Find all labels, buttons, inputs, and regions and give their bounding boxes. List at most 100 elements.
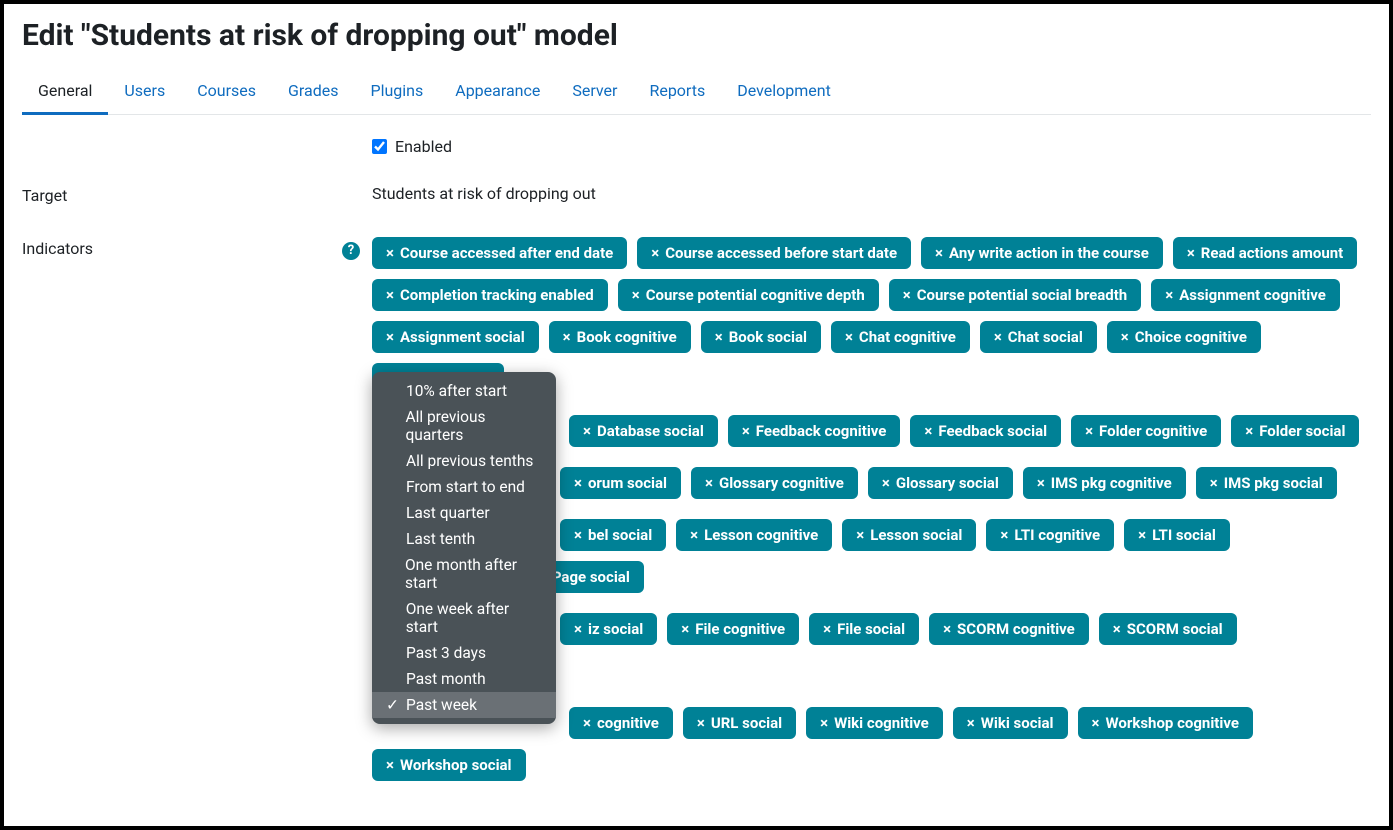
indicator-tag[interactable]: ×Workshop cognitive [1078, 707, 1253, 739]
close-icon[interactable]: × [1187, 244, 1195, 262]
interval-option[interactable]: Past 3 days [372, 640, 556, 666]
close-icon[interactable]: × [924, 422, 932, 440]
interval-option[interactable]: One month after start [372, 552, 556, 596]
analysis-interval-dropdown[interactable]: 10% after startAll previous quartersAll … [372, 372, 556, 724]
tab-development[interactable]: Development [721, 73, 847, 114]
interval-option[interactable]: Last quarter [372, 500, 556, 526]
indicator-tag[interactable]: ×Chat social [980, 321, 1097, 353]
indicator-tag[interactable]: ×Course potential social breadth [889, 279, 1141, 311]
indicator-tag[interactable]: ×File cognitive [667, 613, 799, 645]
close-icon[interactable]: × [994, 328, 1002, 346]
indicator-tag[interactable]: ×Glossary social [868, 467, 1013, 499]
close-icon[interactable]: × [697, 714, 705, 732]
close-icon[interactable]: × [386, 286, 394, 304]
tab-reports[interactable]: Reports [633, 73, 721, 114]
close-icon[interactable]: × [583, 422, 591, 440]
tab-users[interactable]: Users [108, 73, 181, 114]
indicator-tag[interactable]: ×Glossary cognitive [691, 467, 858, 499]
indicator-tag[interactable]: ×bel social [560, 519, 666, 551]
indicator-tag[interactable]: ×Chat cognitive [831, 321, 970, 353]
tab-appearance[interactable]: Appearance [439, 73, 556, 114]
indicator-tag[interactable]: ×Choice cognitive [1107, 321, 1261, 353]
close-icon[interactable]: × [386, 328, 394, 346]
indicator-tag[interactable]: ×Lesson cognitive [676, 519, 832, 551]
indicator-tag[interactable]: ×Wiki cognitive [806, 707, 943, 739]
indicator-tag[interactable]: ×Any write action in the course [921, 237, 1163, 269]
tab-server[interactable]: Server [556, 73, 633, 114]
close-icon[interactable]: × [386, 756, 394, 774]
close-icon[interactable]: × [820, 714, 828, 732]
close-icon[interactable]: × [583, 714, 591, 732]
interval-option[interactable]: One week after start [372, 596, 556, 640]
close-icon[interactable]: × [1138, 526, 1146, 544]
indicator-tag[interactable]: ×Workshop social [372, 749, 526, 781]
indicator-tag[interactable]: ×LTI cognitive [986, 519, 1114, 551]
close-icon[interactable]: × [1113, 620, 1121, 638]
close-icon[interactable]: × [967, 714, 975, 732]
indicator-tag[interactable]: ×SCORM social [1099, 613, 1237, 645]
interval-option[interactable]: 10% after start [372, 378, 556, 404]
close-icon[interactable]: × [651, 244, 659, 262]
indicator-tag[interactable]: ×SCORM cognitive [929, 613, 1089, 645]
tab-plugins[interactable]: Plugins [354, 73, 439, 114]
close-icon[interactable]: × [690, 526, 698, 544]
close-icon[interactable]: × [882, 474, 890, 492]
close-icon[interactable]: × [943, 620, 951, 638]
close-icon[interactable]: × [681, 620, 689, 638]
enabled-checkbox[interactable] [372, 139, 387, 154]
close-icon[interactable]: × [1121, 328, 1129, 346]
close-icon[interactable]: × [1037, 474, 1045, 492]
indicator-tag[interactable]: ×IMS pkg cognitive [1023, 467, 1186, 499]
interval-option[interactable]: ✓Past week [372, 692, 556, 718]
close-icon[interactable]: × [715, 328, 723, 346]
close-icon[interactable]: × [632, 286, 640, 304]
help-icon[interactable]: ? [342, 242, 360, 260]
close-icon[interactable]: × [1210, 474, 1218, 492]
close-icon[interactable]: × [574, 620, 582, 638]
close-icon[interactable]: × [1085, 422, 1093, 440]
indicator-tag[interactable]: ×Completion tracking enabled [372, 279, 608, 311]
close-icon[interactable]: × [1000, 526, 1008, 544]
indicator-tag[interactable]: ×Course accessed after end date [372, 237, 627, 269]
close-icon[interactable]: × [1092, 714, 1100, 732]
indicator-tag[interactable]: ×Assignment social [372, 321, 539, 353]
indicator-tag[interactable]: ×URL social [683, 707, 796, 739]
indicator-tag[interactable]: ×Folder social [1231, 415, 1359, 447]
close-icon[interactable]: × [574, 526, 582, 544]
indicator-tag[interactable]: ×cognitive [569, 707, 673, 739]
indicator-tag[interactable]: ×Read actions amount [1173, 237, 1357, 269]
indicator-tag[interactable]: ×iz social [560, 613, 657, 645]
tab-grades[interactable]: Grades [272, 73, 354, 114]
indicator-tag[interactable]: ×Course potential cognitive depth [618, 279, 879, 311]
indicator-tag[interactable]: ×LTI social [1124, 519, 1230, 551]
indicator-tag[interactable]: ×orum social [560, 467, 681, 499]
indicator-tag[interactable]: ×File social [809, 613, 919, 645]
close-icon[interactable]: × [935, 244, 943, 262]
enabled-checkbox-label[interactable]: Enabled [372, 137, 1371, 156]
indicator-tag[interactable]: ×Feedback social [910, 415, 1061, 447]
interval-option[interactable]: All previous quarters [372, 404, 556, 448]
close-icon[interactable]: × [1165, 286, 1173, 304]
indicator-tag[interactable]: ×Database social [569, 415, 718, 447]
indicator-tag[interactable]: ×IMS pkg social [1196, 467, 1337, 499]
tab-courses[interactable]: Courses [181, 73, 272, 114]
close-icon[interactable]: × [563, 328, 571, 346]
indicator-tag[interactable]: ×Book social [701, 321, 821, 353]
interval-option[interactable]: Last tenth [372, 526, 556, 552]
close-icon[interactable]: × [386, 244, 394, 262]
indicator-tag[interactable]: ×Folder cognitive [1071, 415, 1221, 447]
close-icon[interactable]: × [856, 526, 864, 544]
indicator-tag[interactable]: ×Course accessed before start date [637, 237, 911, 269]
indicator-tag[interactable]: ×Assignment cognitive [1151, 279, 1340, 311]
close-icon[interactable]: × [742, 422, 750, 440]
close-icon[interactable]: × [845, 328, 853, 346]
interval-option[interactable]: All previous tenths [372, 448, 556, 474]
close-icon[interactable]: × [1245, 422, 1253, 440]
indicator-tag[interactable]: ×Wiki social [953, 707, 1068, 739]
interval-option[interactable]: Past month [372, 666, 556, 692]
interval-option[interactable]: From start to end [372, 474, 556, 500]
close-icon[interactable]: × [574, 474, 582, 492]
indicator-tag[interactable]: ×Lesson social [842, 519, 976, 551]
close-icon[interactable]: × [903, 286, 911, 304]
indicator-tag[interactable]: ×Book cognitive [549, 321, 691, 353]
